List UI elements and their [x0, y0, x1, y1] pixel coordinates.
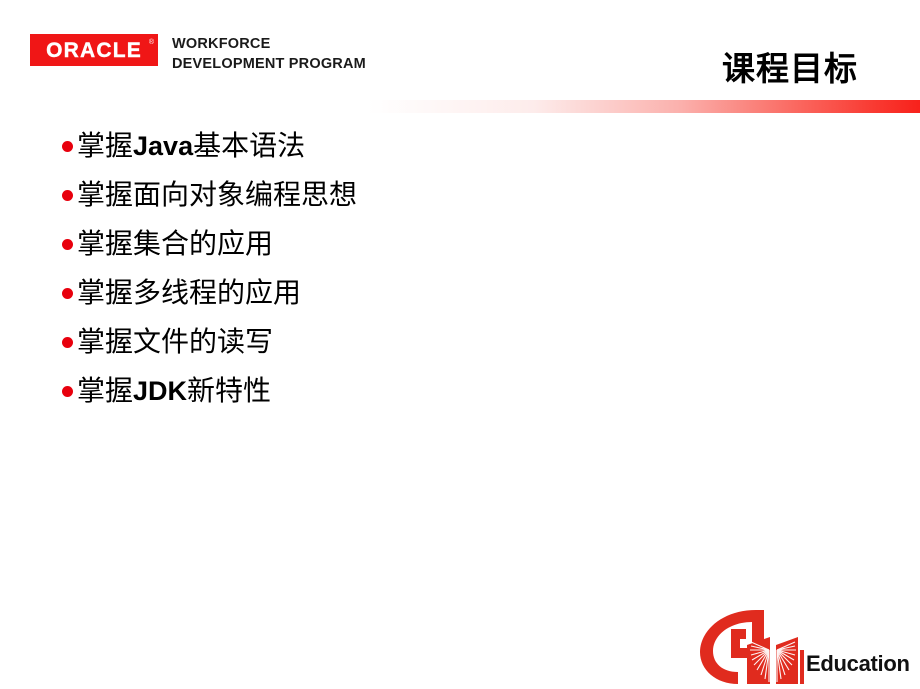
list-item-label: 掌握集合的应用 [77, 227, 274, 260]
registered-trademark-icon: ® [148, 39, 154, 46]
list-item: 掌握JDK新特性 [62, 371, 822, 420]
page-title: 课程目标 [722, 49, 858, 88]
bullet-dot-icon [62, 288, 73, 299]
education-wordmark: Education [806, 651, 910, 676]
slide-header: ORACLE ® WORKFORCE DEVELOPMENT PROGRAM 课… [0, 0, 920, 100]
list-item: 掌握面向对象编程思想 [62, 175, 822, 224]
list-item-label: 掌握Java基本语法 [77, 129, 306, 162]
bullet-dot-icon [62, 386, 73, 397]
oracle-wordmark: ORACLE [46, 38, 142, 62]
objectives-list: 掌握Java基本语法 掌握面向对象编程思想 掌握集合的应用 掌握多线程的应用 掌… [62, 126, 822, 420]
list-item: 掌握集合的应用 [62, 224, 822, 273]
list-item-label: 掌握文件的读写 [77, 325, 274, 358]
program-name: WORKFORCE DEVELOPMENT PROGRAM [172, 34, 366, 74]
oracle-logo-badge: ORACLE ® [30, 34, 158, 66]
oracle-workforce-development-logo: ORACLE ® WORKFORCE DEVELOPMENT PROGRAM [30, 34, 366, 74]
bullet-dot-icon [62, 141, 73, 152]
program-name-line2: DEVELOPMENT PROGRAM [172, 56, 366, 72]
list-item-label: 掌握多线程的应用 [77, 276, 302, 309]
program-name-line1: WORKFORCE [172, 36, 271, 52]
presentation-slide: ORACLE ® WORKFORCE DEVELOPMENT PROGRAM 课… [0, 0, 920, 689]
list-item-label: 掌握JDK新特性 [77, 374, 272, 407]
bullet-dot-icon [62, 190, 73, 201]
header-gradient-divider [0, 100, 920, 113]
list-item: 掌握Java基本语法 [62, 126, 822, 175]
list-item-label: 掌握面向对象编程思想 [77, 178, 358, 211]
education-brand-logo: Education [688, 604, 920, 689]
bullet-dot-icon [62, 239, 73, 250]
bullet-dot-icon [62, 337, 73, 348]
list-item: 掌握文件的读写 [62, 322, 822, 371]
list-item: 掌握多线程的应用 [62, 273, 822, 322]
